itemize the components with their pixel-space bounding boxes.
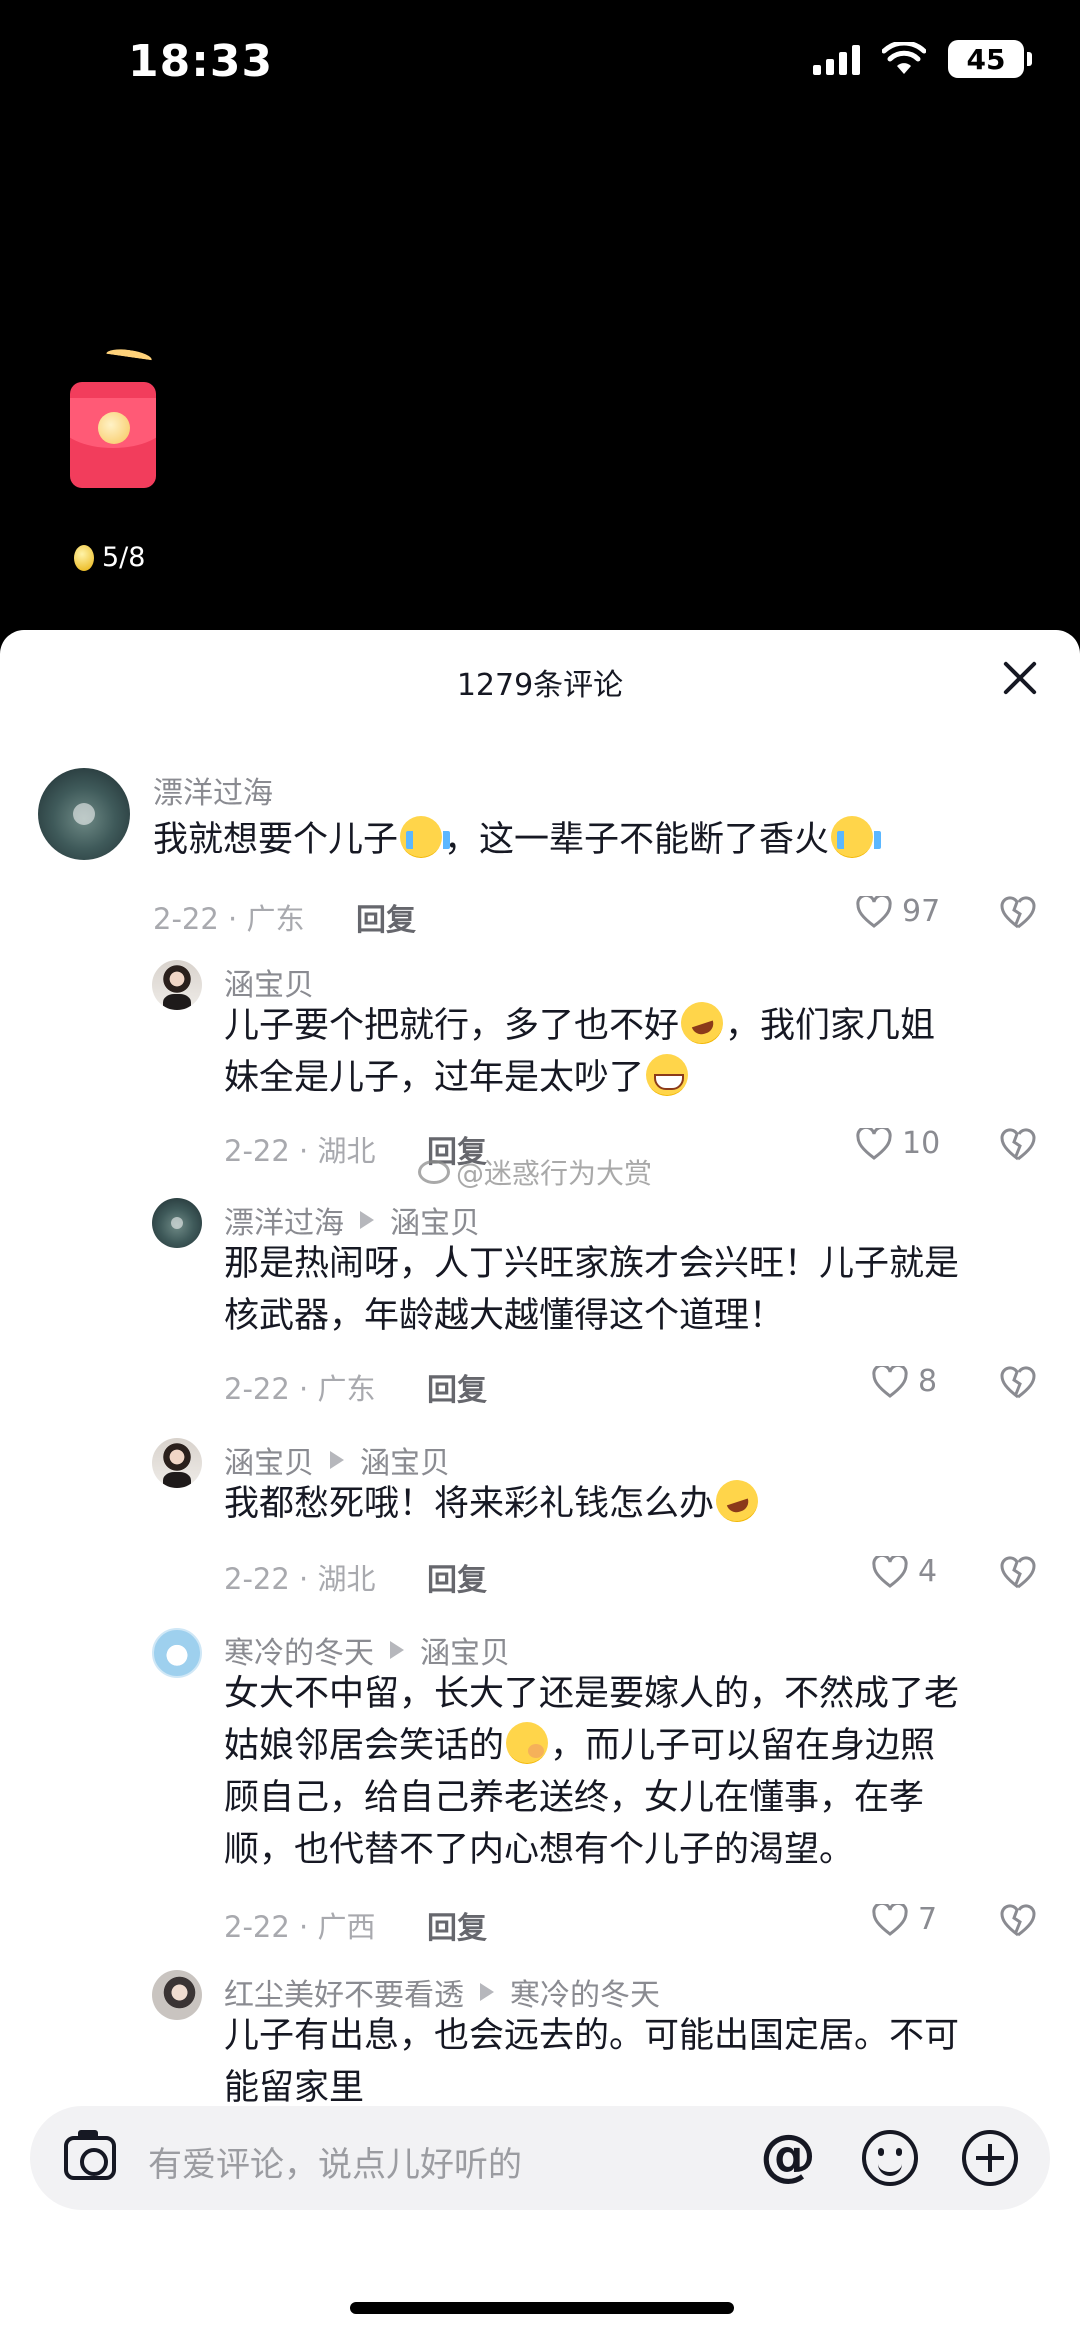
comment-text: 我就想要个儿子 ，这一辈子不能断了香火: [153, 814, 1033, 866]
avatar[interactable]: [152, 1628, 202, 1678]
like-count: 10: [902, 1126, 941, 1161]
comment-input-bar[interactable]: 有爱评论，说点儿好听的 @: [30, 2106, 1050, 2210]
reply-to-user[interactable]: 寒冷的冬天: [510, 1970, 660, 2014]
like-button[interactable]: 8: [872, 1364, 937, 1399]
avatar[interactable]: [152, 1198, 202, 1248]
comment-input-placeholder[interactable]: 有爱评论，说点儿好听的: [148, 2137, 522, 2186]
heart-icon: [872, 1903, 908, 1936]
avatar[interactable]: [152, 960, 202, 1010]
reply-item: 涵宝贝 涵宝贝 我都愁死哦！将来彩礼钱怎么办 2-22 · 湖北 回复 4: [152, 1438, 1048, 1598]
comment-username[interactable]: 涵宝贝 涵宝贝: [224, 1438, 450, 1482]
laughing-emoji-icon: [710, 1474, 764, 1528]
reply-to-user[interactable]: 涵宝贝: [420, 1628, 510, 1672]
like-button[interactable]: 4: [872, 1554, 937, 1589]
avatar[interactable]: [38, 768, 130, 860]
comment-text: 儿子要个把就行，多了也不好 ，我们家几姐 妹全是儿子，过年是太吵了: [224, 996, 1044, 1104]
reply-arrow-icon: [390, 1641, 404, 1659]
crying-emoji-icon: [400, 816, 451, 858]
like-button[interactable]: 7: [872, 1902, 937, 1937]
heart-icon: [856, 895, 892, 928]
comment-text: 女大不中留，长大了还是要嫁人的，不然成了老 姑娘邻居会笑话的 ，而儿子可以留在身边…: [224, 1674, 960, 1870]
crying-emoji-icon: [831, 816, 882, 858]
reply-to-user[interactable]: 涵宝贝: [360, 1438, 450, 1482]
watermark-text: @迷惑行为大赏: [456, 1157, 653, 1190]
like-count: 8: [918, 1364, 938, 1399]
comment-date-location: 2-22 · 广东: [153, 902, 305, 936]
heart-icon: [872, 1555, 908, 1588]
reply-arrow-icon: [480, 1983, 494, 2001]
emoji-icon[interactable]: [862, 2130, 918, 2186]
status-time: 18:33: [128, 36, 274, 87]
reply-button[interactable]: 回复: [356, 895, 416, 939]
red-envelope-icon: [70, 382, 156, 488]
dislike-broken-heart-icon[interactable]: [1000, 896, 1036, 930]
camera-icon[interactable]: [64, 2130, 116, 2180]
coin-counter: 5/8: [74, 542, 145, 573]
comment-date-location: 2-22 · 湖北: [224, 1134, 376, 1168]
reply-item: 漂洋过海 涵宝贝 那是热闹呀，人丁兴旺家族才会兴旺！儿子就是 核武器，年龄越大越懂…: [152, 1198, 1048, 1408]
comment-username[interactable]: 漂洋过海: [153, 768, 273, 812]
comments-sheet: 1279条评论 漂洋过海 我就想要个儿子 ，这一辈子不能断了香火 2-22 · 广…: [0, 630, 1080, 2336]
comment-date-location: 2-22 · 广西: [224, 1910, 376, 1944]
like-count: 4: [918, 1554, 938, 1589]
reply-item: 红尘美好不要看透 寒冷的冬天 儿子有出息，也会远去的。可能出国定居。不可 能留家里: [152, 1970, 1048, 2110]
gold-coin-icon: [74, 544, 94, 571]
reply-button[interactable]: 回复: [427, 1903, 487, 1947]
heart-icon: [872, 1365, 908, 1398]
reply-button[interactable]: 回复: [427, 1365, 487, 1409]
mention-at-icon[interactable]: @: [760, 2126, 816, 2186]
weibo-logo-icon: [418, 1160, 450, 1184]
comment-date-location: 2-22 · 湖北: [224, 1562, 376, 1596]
avatar[interactable]: [152, 1970, 202, 2020]
status-icons: 45: [813, 40, 1032, 78]
wifi-icon: [882, 42, 926, 74]
comment-username[interactable]: 涵宝贝: [224, 960, 314, 1004]
shy-emoji-icon: [506, 1722, 549, 1764]
heart-icon: [856, 1127, 892, 1160]
comment-text: 儿子有出息，也会远去的。可能出国定居。不可 能留家里: [224, 2016, 960, 2108]
reply-to-user[interactable]: 涵宝贝: [390, 1198, 480, 1242]
battery-icon: 45: [948, 40, 1032, 78]
comment-text: 我都愁死哦！将来彩礼钱怎么办: [224, 1474, 1044, 1530]
comment-username[interactable]: 寒冷的冬天 涵宝贝: [224, 1628, 510, 1672]
like-button[interactable]: 97: [856, 894, 940, 929]
like-count: 97: [902, 894, 941, 929]
cellular-signal-icon: [813, 43, 860, 75]
reply-arrow-icon: [360, 1211, 374, 1229]
like-count: 7: [918, 1902, 938, 1937]
comment-username[interactable]: 红尘美好不要看透 寒冷的冬天: [224, 1970, 660, 2014]
comment-date-location: 2-22 · 广东: [224, 1372, 376, 1406]
comment-item: 漂洋过海 我就想要个儿子 ，这一辈子不能断了香火 2-22 · 广东 回复 97: [38, 768, 1048, 938]
comments-count-title: 1279条评论: [456, 668, 624, 703]
comment-text: 那是热闹呀，人丁兴旺家族才会兴旺！儿子就是 核武器，年龄越大越懂得这个道理！: [224, 1244, 960, 1336]
home-indicator: [350, 2302, 734, 2314]
progress-arc: [105, 346, 153, 368]
coin-counter-label: 5/8: [102, 542, 146, 573]
reply-item: 涵宝贝 儿子要个把就行，多了也不好 ，我们家几姐 妹全是儿子，过年是太吵了 2-2…: [152, 960, 1048, 1170]
dislike-broken-heart-icon[interactable]: [1000, 1366, 1036, 1400]
weibo-watermark: @迷惑行为大赏: [418, 1152, 652, 1192]
reply-item: 寒冷的冬天 涵宝贝 女大不中留，长大了还是要嫁人的，不然成了老 姑娘邻居会笑话的，…: [152, 1628, 1048, 1946]
laughing-emoji-icon: [675, 996, 729, 1050]
reply-button[interactable]: 回复: [427, 1555, 487, 1599]
like-button[interactable]: 10: [856, 1126, 940, 1161]
reply-arrow-icon: [330, 1451, 344, 1469]
add-plus-icon[interactable]: [962, 2130, 1018, 2186]
dislike-broken-heart-icon[interactable]: [1000, 1904, 1036, 1938]
avatar[interactable]: [152, 1438, 202, 1488]
dislike-broken-heart-icon[interactable]: [1000, 1556, 1036, 1590]
close-icon[interactable]: [998, 656, 1042, 700]
grinning-emoji-icon: [646, 1054, 689, 1096]
comment-username[interactable]: 漂洋过海 涵宝贝: [224, 1198, 480, 1242]
dislike-broken-heart-icon[interactable]: [1000, 1128, 1036, 1162]
